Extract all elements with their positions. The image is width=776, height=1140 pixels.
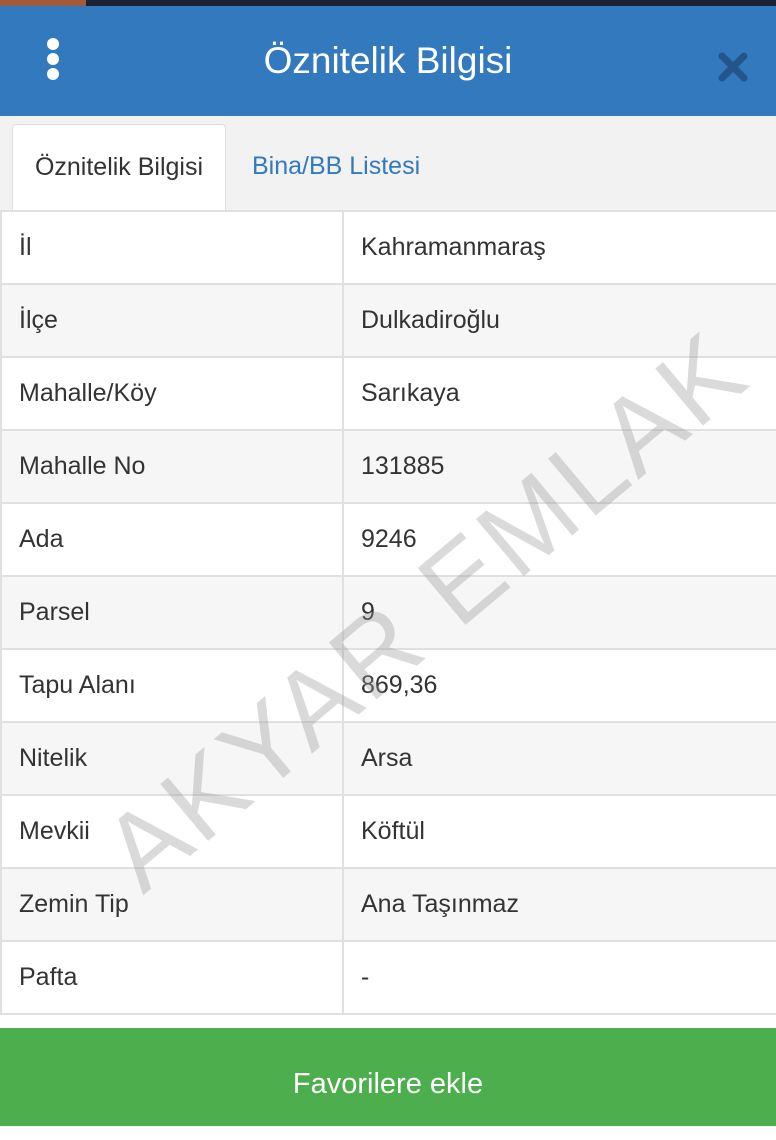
attribute-label: Nitelik xyxy=(0,721,344,796)
table-row: Pafta - xyxy=(0,940,776,1015)
attribute-label: Pafta xyxy=(0,940,344,1015)
table-row: Tapu Alanı 869,36 xyxy=(0,648,776,723)
tab-bina-bb-listesi[interactable]: Bina/BB Listesi xyxy=(252,124,420,210)
add-to-favorites-button[interactable]: Favorilere ekle xyxy=(0,1028,776,1126)
table-row: İl Kahramanmaraş xyxy=(0,210,776,285)
attribute-label: Zemin Tip xyxy=(0,867,344,942)
attribute-value: Sarıkaya xyxy=(342,356,776,431)
app-header: Öznitelik Bilgisi xyxy=(0,6,776,116)
attribute-value: Köftül xyxy=(342,794,776,869)
attribute-value: 9246 xyxy=(342,502,776,577)
attribute-label: Mevkii xyxy=(0,794,344,869)
table-row: Mahalle/Köy Sarıkaya xyxy=(0,356,776,431)
attribute-label: Parsel xyxy=(0,575,344,650)
table-row: Mevkii Köftül xyxy=(0,794,776,869)
attribute-table: İl Kahramanmaraş İlçe Dulkadiroğlu Mahalle/K… xyxy=(0,210,776,1015)
tab-bar: Öznitelik Bilgisi Bina/BB Listesi xyxy=(0,116,776,211)
table-row: Parsel 9 xyxy=(0,575,776,650)
attribute-label: Ada xyxy=(0,502,344,577)
attribute-value: 869,36 xyxy=(342,648,776,723)
page-title: Öznitelik Bilgisi xyxy=(263,40,513,81)
attribute-value: 131885 xyxy=(342,429,776,504)
attribute-value: Arsa xyxy=(342,721,776,796)
table-row: Nitelik Arsa xyxy=(0,721,776,796)
table-row: Zemin Tip Ana Taşınmaz xyxy=(0,867,776,942)
close-icon[interactable] xyxy=(712,46,754,88)
attribute-value: 9 xyxy=(342,575,776,650)
table-row: İlçe Dulkadiroğlu xyxy=(0,283,776,358)
attribute-label: İlçe xyxy=(0,283,344,358)
attribute-label: İl xyxy=(0,210,344,285)
attribute-value: Kahramanmaraş xyxy=(342,210,776,285)
table-row: Ada 9246 xyxy=(0,502,776,577)
tab-oznitelik-bilgisi[interactable]: Öznitelik Bilgisi xyxy=(12,124,226,211)
attribute-label: Mahalle No xyxy=(0,429,344,504)
attribute-value: - xyxy=(342,940,776,1015)
attribute-label: Tapu Alanı xyxy=(0,648,344,723)
table-row: Mahalle No 131885 xyxy=(0,429,776,504)
attribute-value: Dulkadiroğlu xyxy=(342,283,776,358)
attribute-value: Ana Taşınmaz xyxy=(342,867,776,942)
attribute-label: Mahalle/Köy xyxy=(0,356,344,431)
